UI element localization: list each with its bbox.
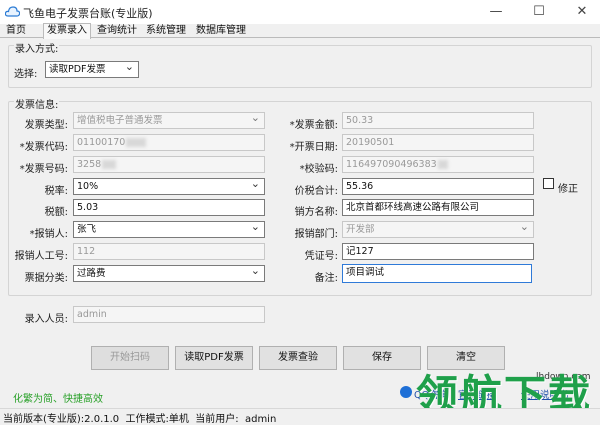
invoice-type-label: 发票类型: xyxy=(24,120,68,131)
read-pdf-button[interactable]: 读取PDF发票 xyxy=(175,346,253,370)
entry-method-select[interactable]: 读取PDF发票 xyxy=(45,61,139,78)
minimize-button[interactable]: — xyxy=(481,2,511,22)
tab-invoice-entry[interactable]: 发票录入 xyxy=(43,23,91,39)
check-code-text: 116497090496383 xyxy=(346,159,437,170)
invoice-amount-label: *发票金额: xyxy=(289,120,338,131)
entry-person-field[interactable]: admin xyxy=(73,306,265,323)
invoice-date-field[interactable]: 20190501 xyxy=(342,134,534,151)
invoice-type-select[interactable]: 增值税电子普通发票 xyxy=(73,112,265,129)
invoice-code-text: 01100170 xyxy=(77,137,126,148)
employee-id-field[interactable]: 112 xyxy=(73,243,265,260)
tax-rate-label: 税率: xyxy=(44,186,68,197)
redaction-blur xyxy=(437,160,448,169)
cloud-app-icon xyxy=(5,6,20,17)
close-button[interactable]: ✕ xyxy=(567,2,597,22)
tab-query-stats[interactable]: 查询统计 xyxy=(94,24,140,38)
tab-home[interactable]: 首页 xyxy=(3,24,29,38)
tax-field[interactable]: 5.03 xyxy=(73,199,265,216)
slogan-text: 化繁为简、快捷高效 xyxy=(13,394,103,405)
redaction-blur xyxy=(126,138,147,147)
correct-checkbox[interactable] xyxy=(543,178,554,189)
category-select[interactable]: 过路费 xyxy=(73,265,265,282)
qq-icon xyxy=(400,386,412,398)
total-field[interactable]: 55.36 xyxy=(342,178,534,195)
department-label: 报销部门: xyxy=(294,229,338,240)
redaction-blur xyxy=(102,160,117,169)
total-label: 价税合计: xyxy=(294,186,338,197)
check-code-field[interactable]: 116497090496383 xyxy=(342,156,534,173)
entry-select-label: 选择: xyxy=(14,69,38,80)
verify-invoice-button[interactable]: 发票查验 xyxy=(259,346,337,370)
tab-system-admin[interactable]: 系统管理 xyxy=(143,24,189,38)
remark-label: 备注: xyxy=(314,273,338,284)
tax-rate-select[interactable]: 10% xyxy=(73,178,265,195)
seller-name-label: 销方名称: xyxy=(294,207,338,218)
voucher-label: 凭证号: xyxy=(304,251,338,262)
department-select[interactable]: 开发部 xyxy=(342,221,534,238)
clear-button[interactable]: 清空 xyxy=(427,346,505,370)
save-button[interactable]: 保存 xyxy=(343,346,421,370)
invoice-code-label: *发票代码: xyxy=(19,142,68,153)
invoice-code-field[interactable]: 01100170 xyxy=(73,134,265,151)
reporter-label: *报销人: xyxy=(29,229,68,240)
invoice-number-field[interactable]: 3258 xyxy=(73,156,265,173)
status-text: 当前版本(专业版):2.0.1.0 工作模式:单机 当前用户: admin xyxy=(3,414,277,425)
invoice-number-text: 3258 xyxy=(77,159,102,170)
employee-id-label: 报销人工号: xyxy=(14,251,68,262)
entry-person-label: 录入人员: xyxy=(24,314,68,325)
invoice-date-label: *开票日期: xyxy=(289,142,338,153)
start-scan-button[interactable]: 开始扫码 xyxy=(91,346,169,370)
voucher-field[interactable]: 记127 xyxy=(342,243,534,260)
tax-label: 税额: xyxy=(44,207,68,218)
seller-name-field[interactable]: 北京首都环线高速公路有限公司 xyxy=(342,199,534,216)
entry-method-legend: 录入方式: xyxy=(14,40,60,55)
check-code-label: *校验码: xyxy=(299,164,338,175)
category-label: 票据分类: xyxy=(24,273,68,284)
window-title: 飞鱼电子发票台账(专业版) xyxy=(23,7,153,20)
invoice-number-label: *发票号码: xyxy=(19,164,68,175)
tab-database-admin[interactable]: 数据库管理 xyxy=(193,24,249,38)
correct-label: 修正 xyxy=(558,184,578,195)
maximize-button[interactable]: ☐ xyxy=(524,2,554,22)
invoice-amount-field[interactable]: 50.33 xyxy=(342,112,534,129)
reporter-select[interactable]: 张飞 xyxy=(73,221,265,238)
invoice-info-legend: 发票信息: xyxy=(14,96,60,111)
remark-field[interactable]: 项目调试 xyxy=(342,264,532,283)
